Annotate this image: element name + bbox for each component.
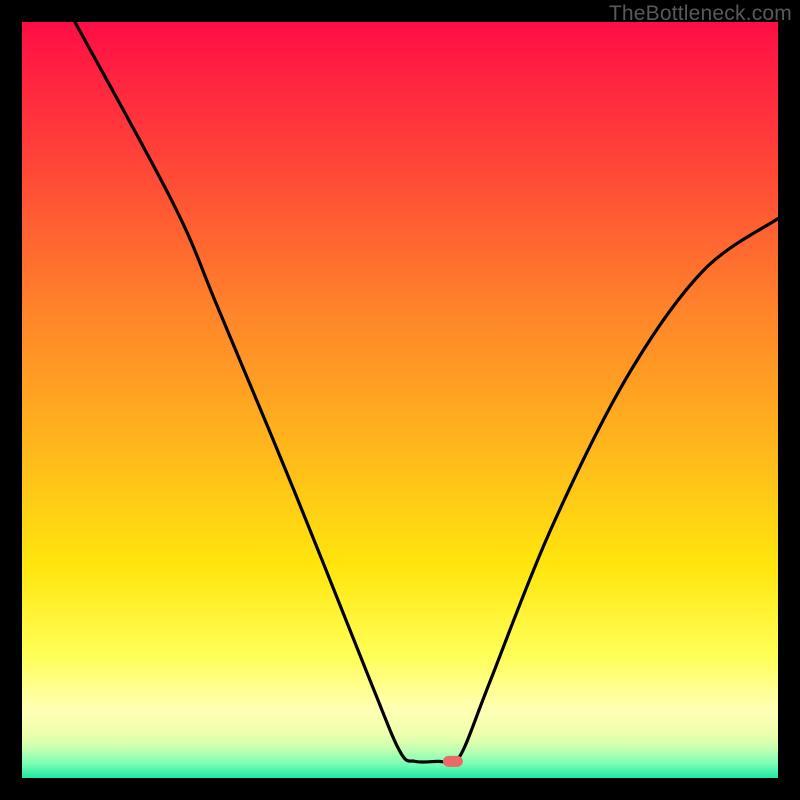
plot-area	[22, 22, 778, 778]
chart-frame: TheBottleneck.com	[0, 0, 800, 800]
chart-svg	[22, 22, 778, 778]
optimum-marker	[443, 756, 463, 767]
